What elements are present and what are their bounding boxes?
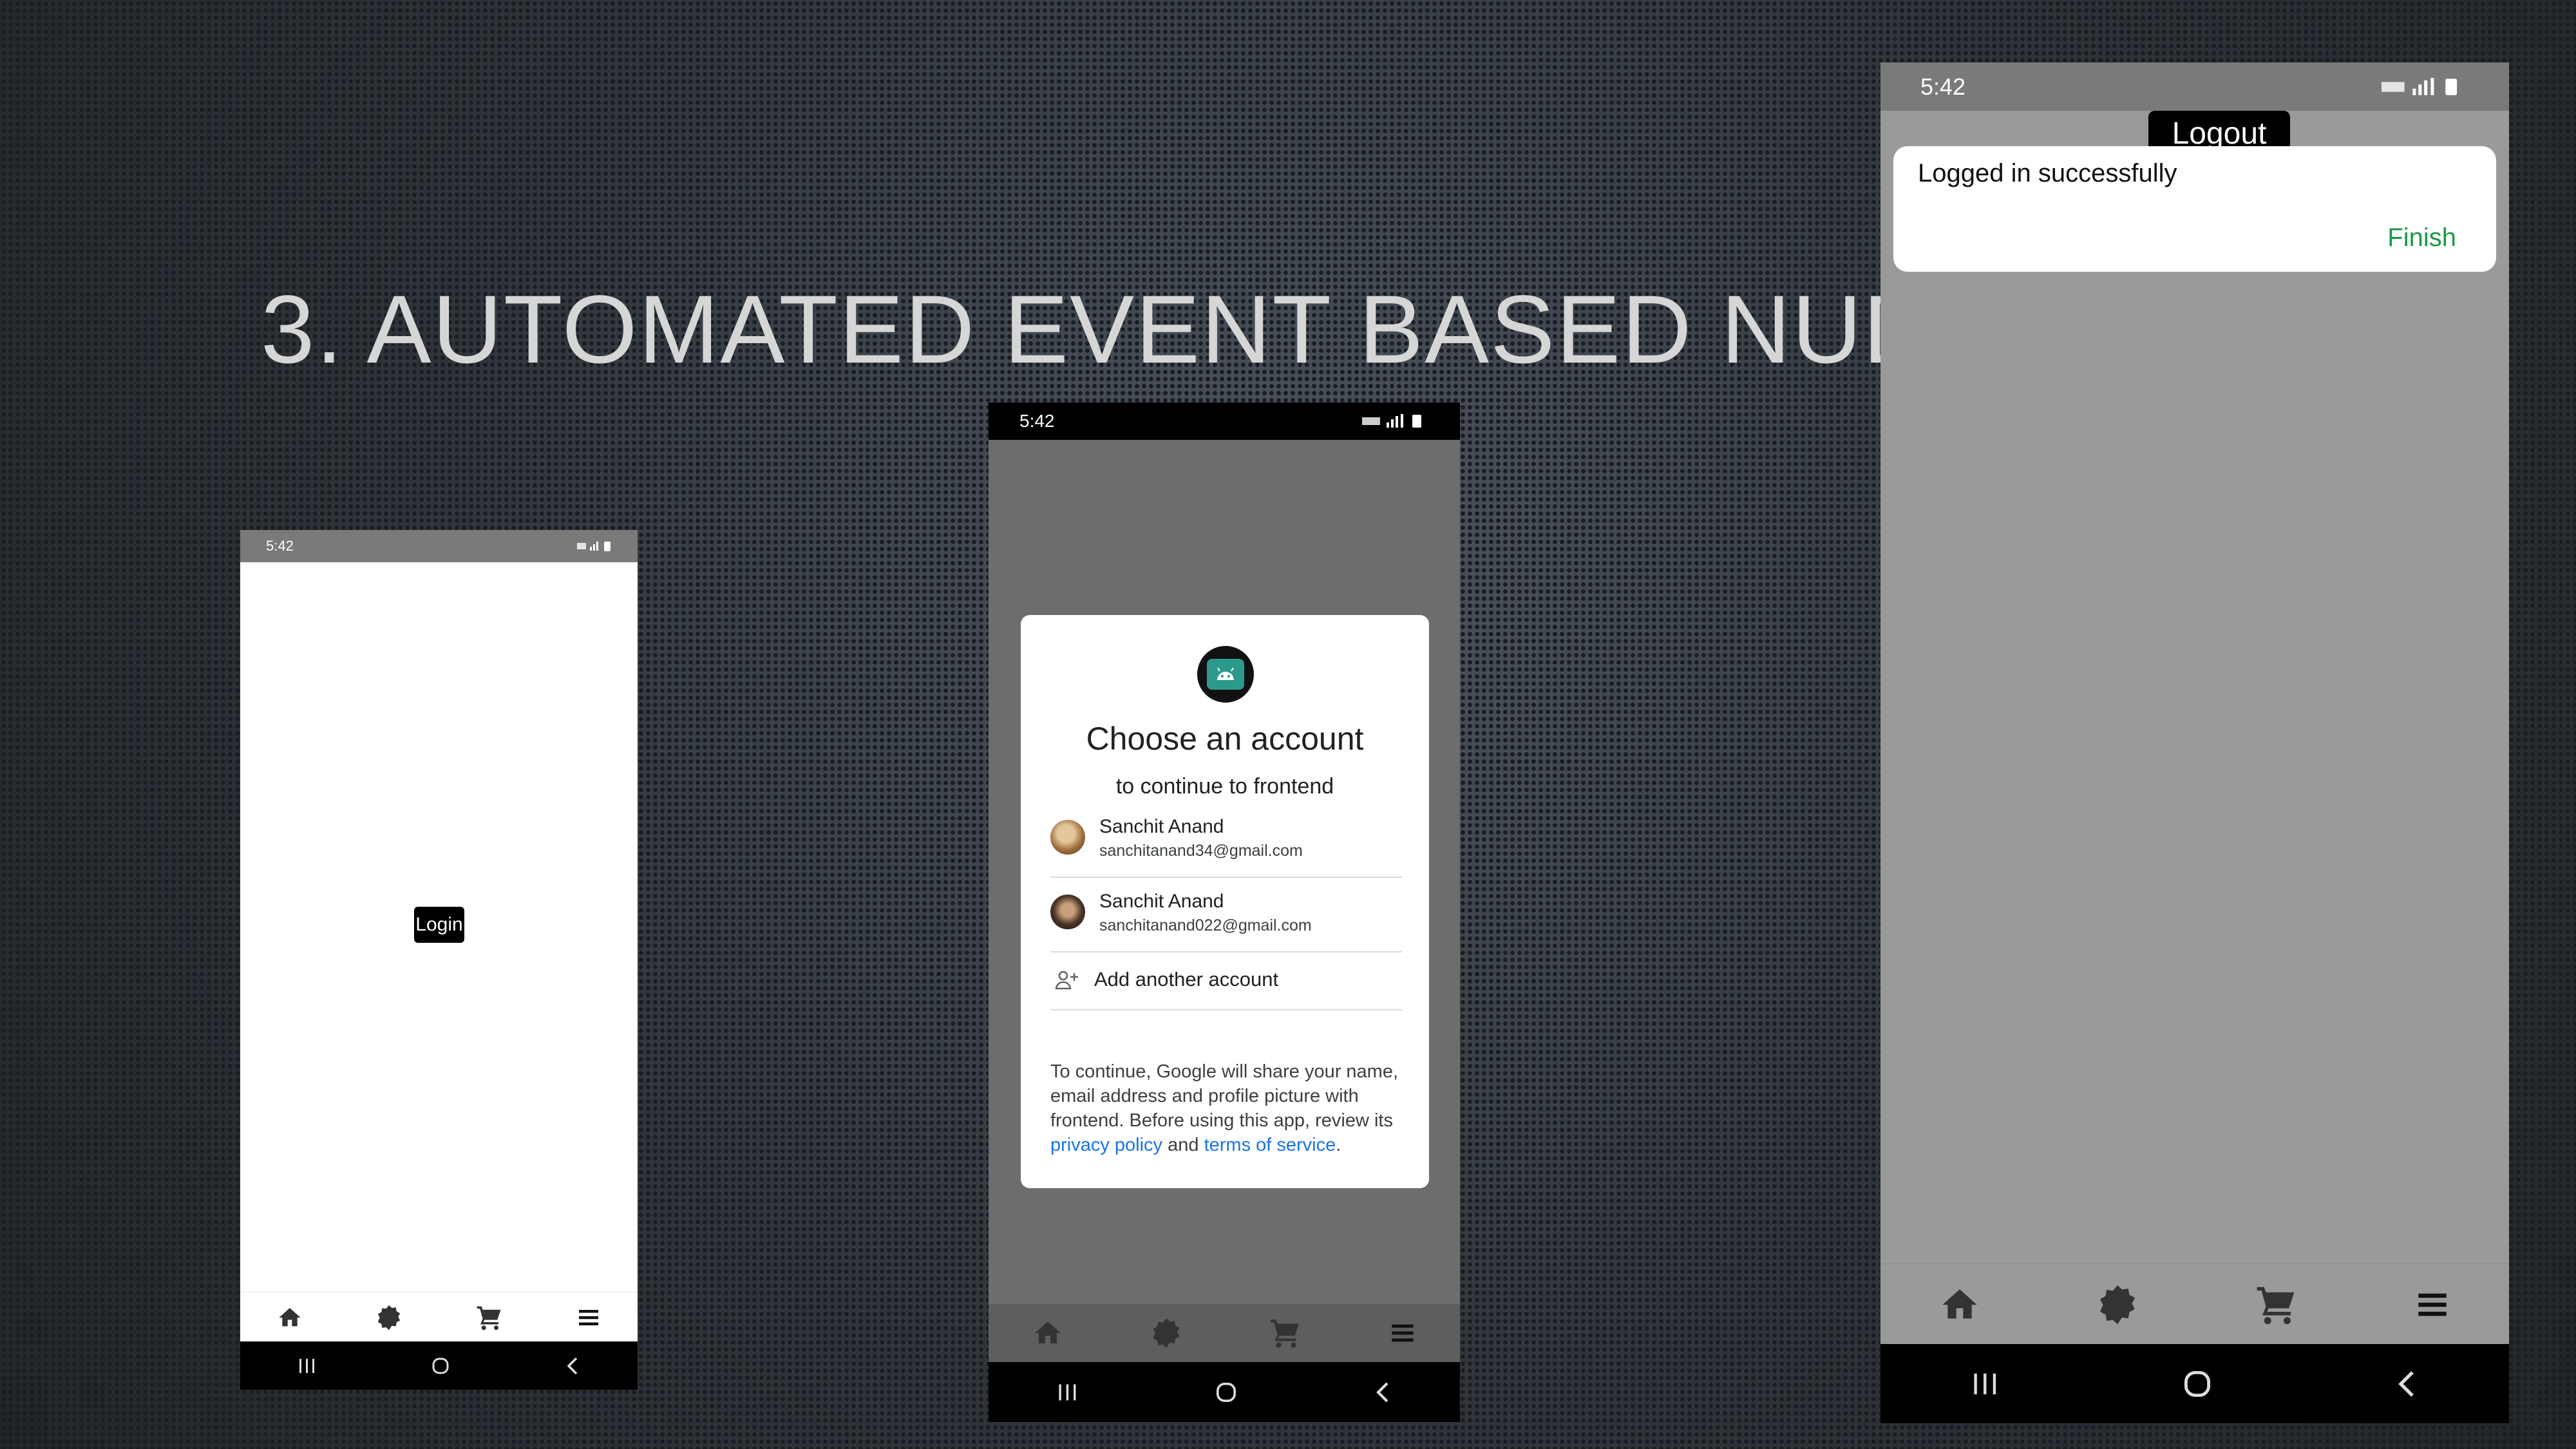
account-chooser-dialog: Choose an account to continue to fronten… (1021, 615, 1429, 1188)
account-name: Sanchit Anand (1099, 816, 1224, 837)
login-button[interactable]: Login (414, 907, 464, 943)
menu-icon[interactable] (1388, 1320, 1417, 1346)
slide-title: 3. AUTOMATED EVENT BASED NUDGE: (261, 275, 2105, 383)
status-bar: 5:42 (1880, 62, 2509, 111)
back-icon[interactable] (565, 1356, 580, 1376)
menu-icon[interactable] (2414, 1288, 2451, 1321)
back-icon[interactable] (2395, 1369, 2418, 1399)
add-account-label: Add another account (1094, 968, 1279, 990)
badge-icon[interactable] (375, 1304, 402, 1331)
recent-apps-icon[interactable] (298, 1358, 317, 1374)
status-time: 5:42 (1019, 411, 1055, 431)
signal-icon (577, 542, 611, 551)
signal-icon (2382, 77, 2458, 95)
home-circle-icon[interactable] (1215, 1381, 1238, 1404)
system-nav-bar (1880, 1344, 2509, 1423)
status-time: 5:42 (266, 538, 294, 554)
privacy-policy-link[interactable]: privacy policy (1050, 1135, 1162, 1155)
status-icons (577, 540, 616, 552)
recent-apps-icon[interactable] (1057, 1383, 1079, 1402)
badge-icon[interactable] (1150, 1317, 1182, 1349)
status-icons (1362, 413, 1433, 429)
phone-login-screen: 5:42 Login (240, 530, 638, 1390)
signal-icon (1362, 414, 1421, 428)
dialog-title: Choose an account (1086, 721, 1364, 757)
account-item[interactable]: Sanchit Anand sanchitanand022@gmail.com (1050, 876, 1402, 952)
account-item[interactable]: Sanchit Anand sanchitanand34@gmail.com (1050, 802, 1402, 878)
bottom-nav (989, 1304, 1460, 1362)
account-email: sanchitanand34@gmail.com (1099, 842, 1303, 860)
bottom-nav (240, 1292, 638, 1342)
finish-button[interactable]: Finish (2387, 223, 2456, 252)
avatar (1050, 895, 1085, 929)
success-toast: Logged in successfully Finish (1893, 146, 2496, 272)
status-bar: 5:42 (240, 530, 638, 562)
disclaimer-text: To continue, Google will share your name… (1050, 1061, 1399, 1131)
home-circle-icon[interactable] (431, 1356, 450, 1376)
badge-icon[interactable] (2096, 1283, 2139, 1326)
consent-disclaimer: To continue, Google will share your name… (1050, 1059, 1411, 1157)
account-name: Sanchit Anand (1099, 891, 1224, 912)
home-circle-icon[interactable] (2182, 1368, 2213, 1399)
android-app-icon (1197, 646, 1254, 703)
add-person-icon (1055, 971, 1078, 990)
system-nav-bar (989, 1362, 1460, 1422)
disclaimer-period: . (1336, 1135, 1341, 1155)
add-account-item[interactable]: Add another account (1050, 951, 1402, 1010)
disclaimer-and: and (1162, 1135, 1204, 1155)
system-nav-bar (240, 1341, 638, 1390)
phone-account-chooser-screen: 5:42 Choose an account to continue to fr… (989, 402, 1460, 1422)
avatar (1050, 820, 1085, 855)
back-icon[interactable] (1374, 1381, 1392, 1404)
menu-icon[interactable] (576, 1306, 601, 1329)
home-icon[interactable] (276, 1305, 303, 1331)
cart-icon[interactable] (1269, 1317, 1302, 1349)
cart-icon[interactable] (2255, 1283, 2298, 1326)
account-email: sanchitanand022@gmail.com (1099, 916, 1312, 934)
terms-of-service-link[interactable]: terms of service (1204, 1135, 1336, 1155)
cart-icon[interactable] (475, 1304, 504, 1331)
home-icon[interactable] (1938, 1284, 1981, 1325)
status-bar: 5:42 (989, 402, 1460, 440)
toast-message: Logged in successfully (1918, 159, 2177, 187)
phone-logged-in-screen: 5:42 Logout Logged in successfully Finis… (1880, 62, 2509, 1423)
bottom-nav (1880, 1264, 2509, 1345)
dialog-subtitle: to continue to frontend (1115, 774, 1334, 799)
recent-apps-icon[interactable] (1971, 1371, 2000, 1397)
status-icons (2382, 77, 2472, 97)
home-icon[interactable] (1032, 1318, 1064, 1349)
status-time: 5:42 (1920, 73, 1966, 100)
